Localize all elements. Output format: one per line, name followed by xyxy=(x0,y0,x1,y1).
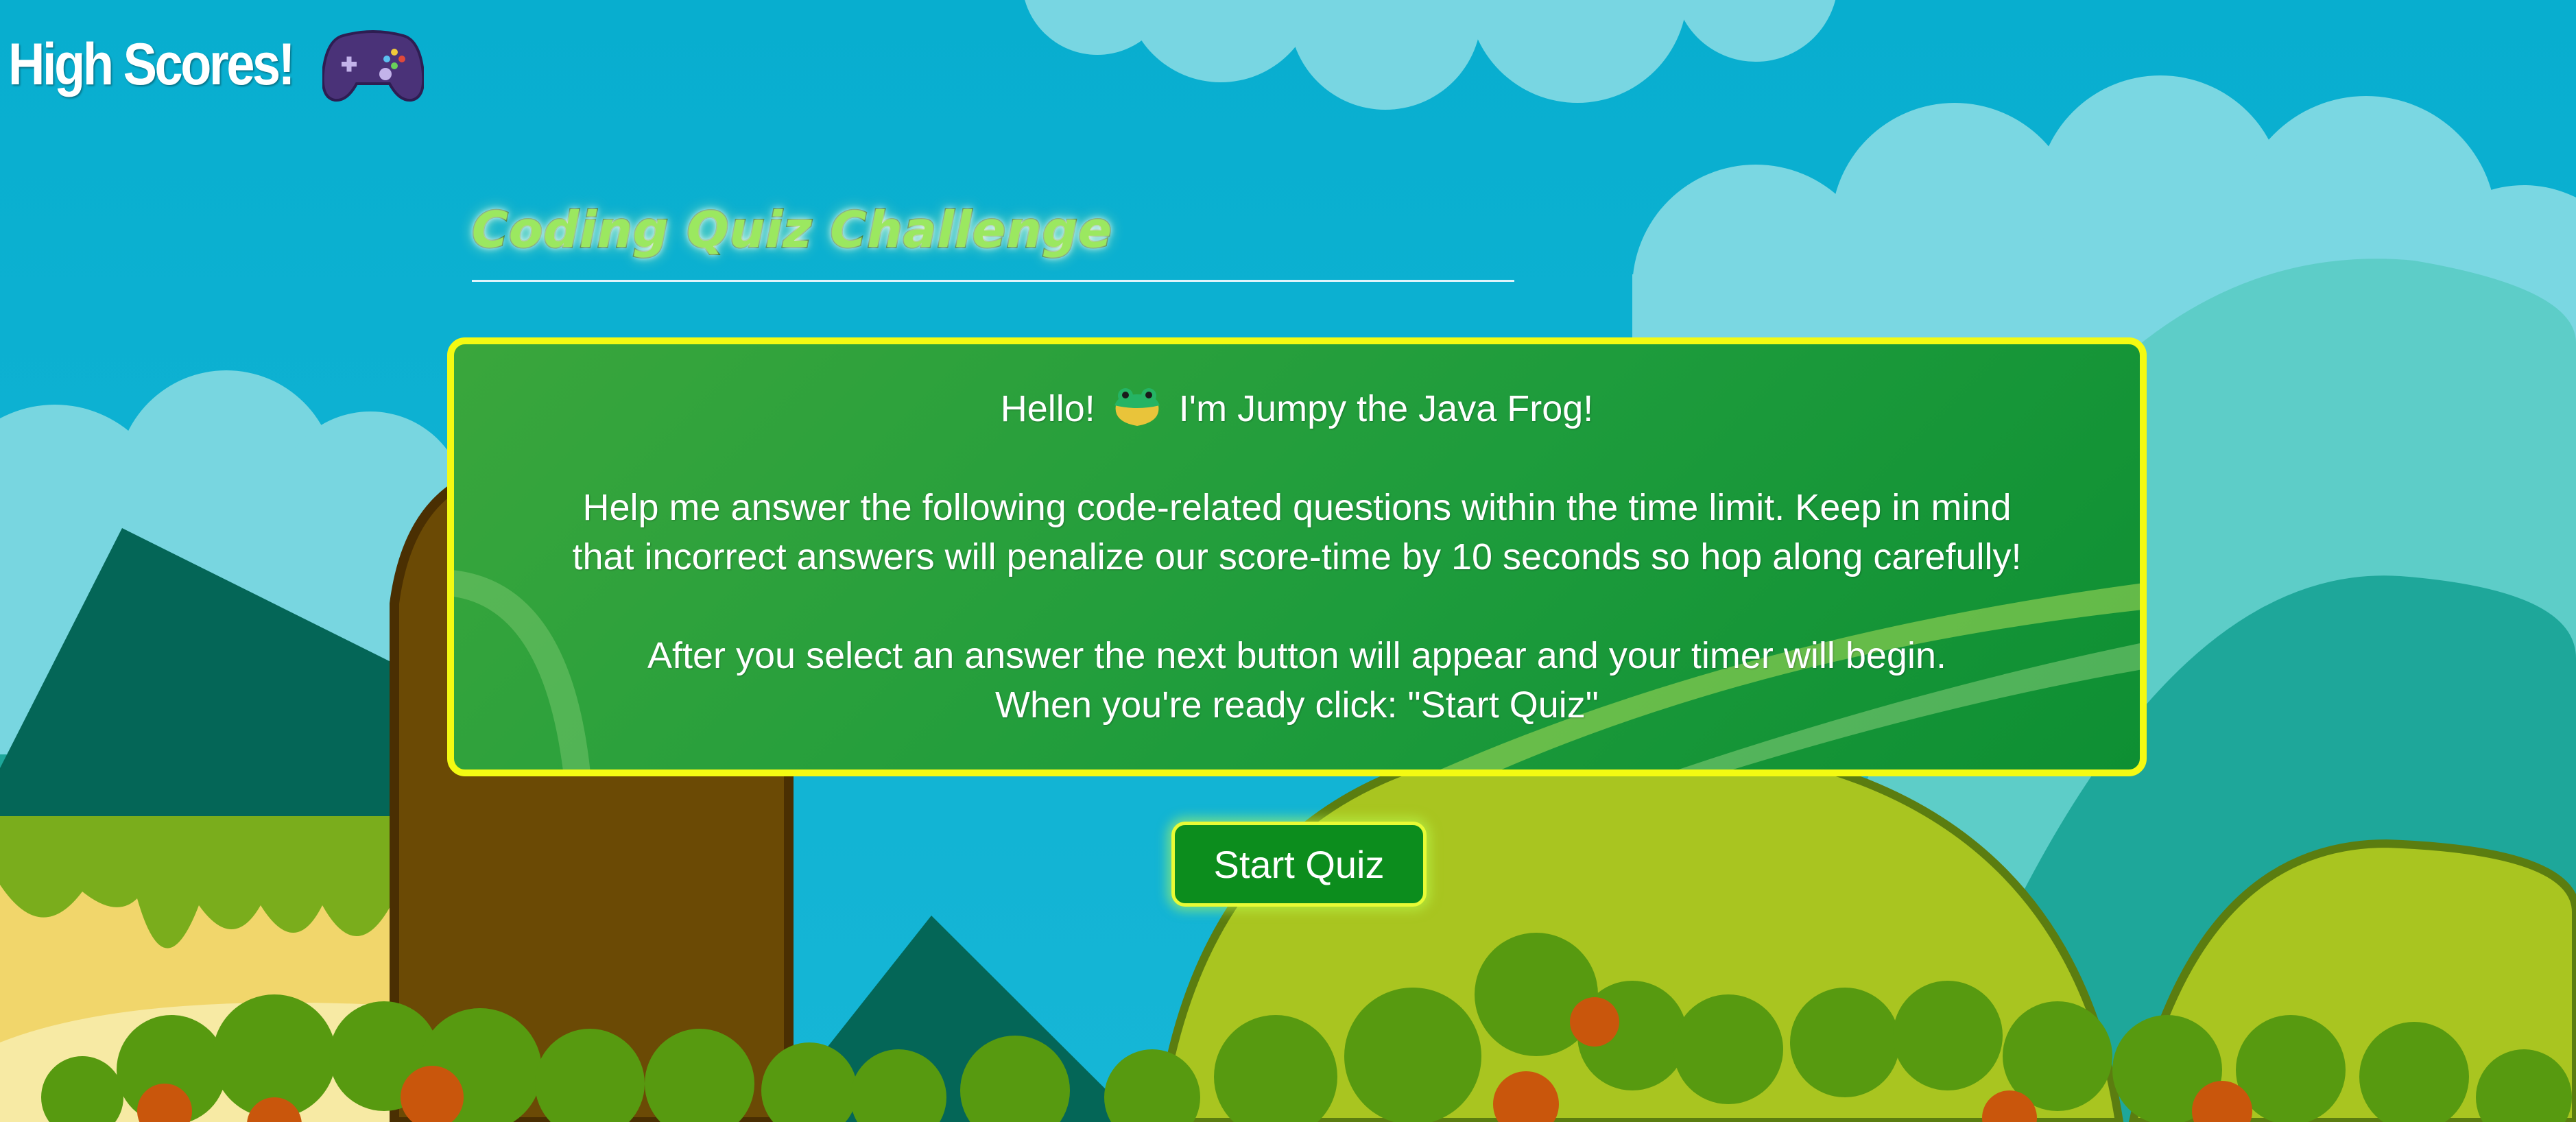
rules-line: that incorrect answers will penalize our… xyxy=(572,536,2022,577)
title-section: Coding Quiz Challenge xyxy=(471,192,1514,282)
instructions-line: After you select an answer the next butt… xyxy=(647,635,1946,676)
frog-icon xyxy=(1114,388,1160,426)
intro-card: Hello! I'm Jumpy the Java Frog! Help me … xyxy=(447,337,2147,776)
greeting-hello: Hello! xyxy=(1000,388,1095,429)
page-title: Coding Quiz Challenge xyxy=(471,200,1113,260)
high-scores-link[interactable]: High Scores! xyxy=(8,26,425,103)
instructions-line: When you're ready click: "Start Quiz" xyxy=(995,684,1599,726)
start-quiz-button[interactable]: Start Quiz xyxy=(1171,822,1427,907)
greeting-line: Hello! I'm Jumpy the Java Frog! xyxy=(454,384,2140,433)
rules-paragraph: Help me answer the following code-relate… xyxy=(454,483,2140,582)
greeting-name: I'm Jumpy the Java Frog! xyxy=(1178,388,1594,429)
gamepad-icon xyxy=(322,30,425,102)
title-divider xyxy=(472,280,1514,282)
instructions-paragraph: After you select an answer the next butt… xyxy=(454,631,2140,730)
rules-line: Help me answer the following code-relate… xyxy=(582,487,2012,528)
high-scores-label: High Scores! xyxy=(8,31,295,97)
